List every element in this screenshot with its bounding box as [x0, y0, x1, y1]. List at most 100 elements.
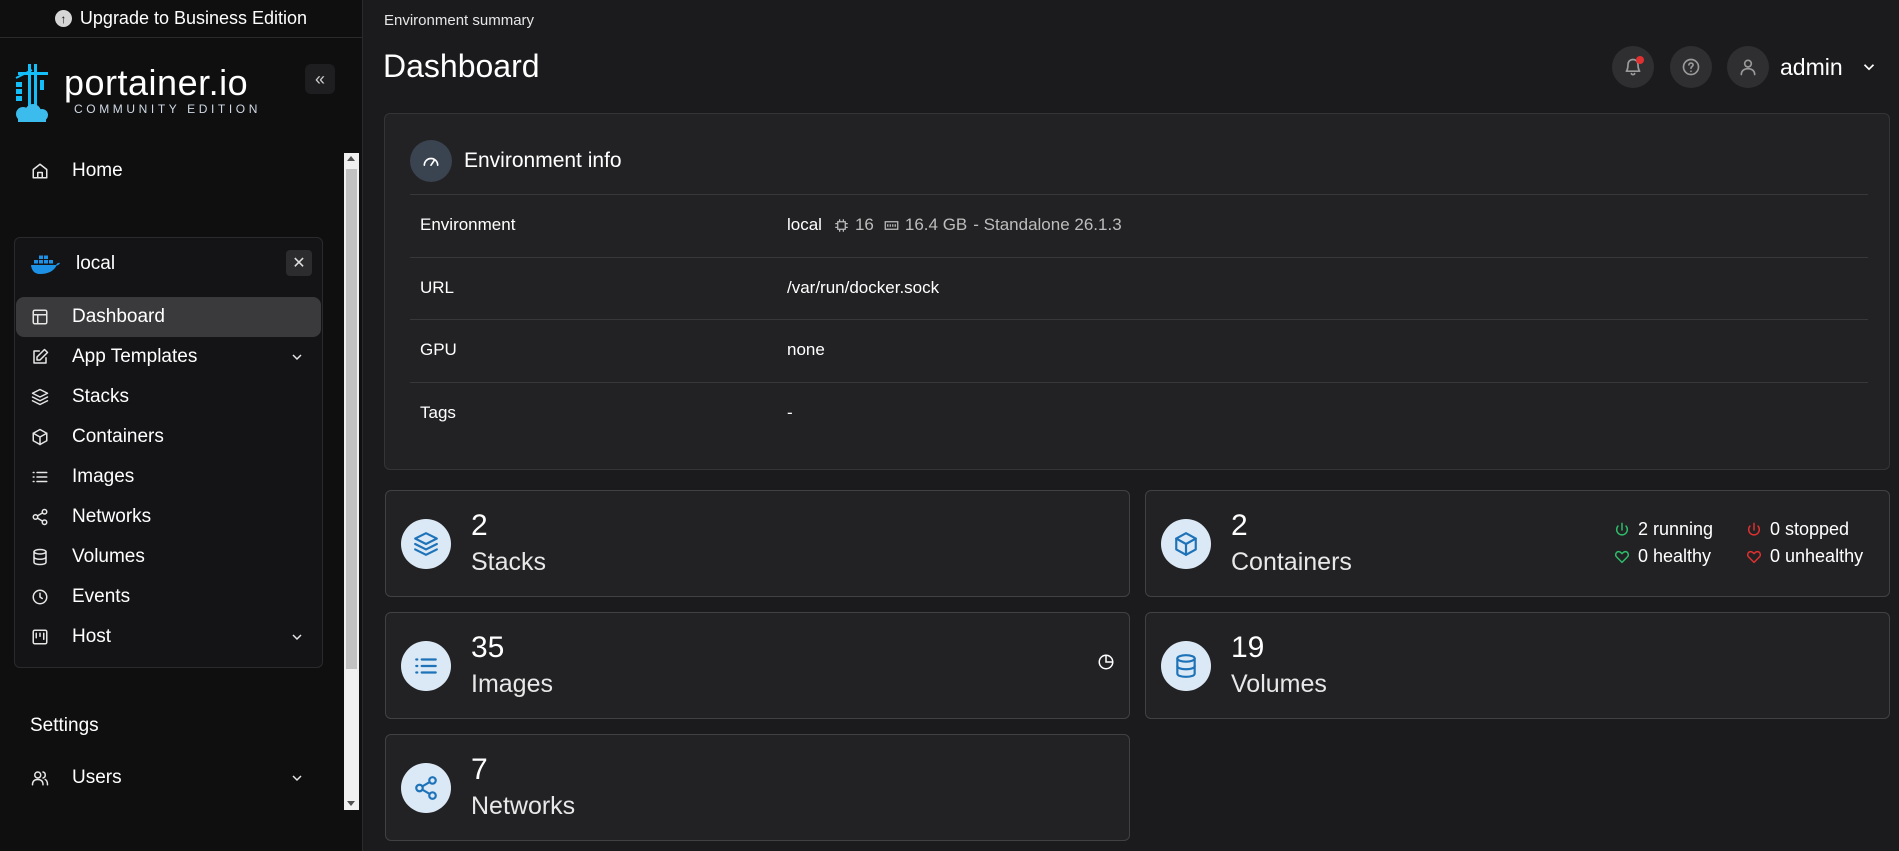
share-icon	[401, 763, 451, 813]
upgrade-banner[interactable]: ↑ Upgrade to Business Edition	[0, 0, 362, 38]
sidebar-item-containers[interactable]: Containers	[16, 417, 321, 457]
edit-icon	[30, 347, 50, 367]
breadcrumb: Environment summary	[384, 12, 535, 29]
containers-label: Containers	[1231, 548, 1352, 576]
sidebar-item-volumes[interactable]: Volumes	[16, 537, 321, 577]
stopped-count: 0 stopped	[1770, 519, 1850, 539]
sidebar-item-dashboard[interactable]: Dashboard	[16, 297, 321, 337]
sidebar-item-home[interactable]: Home	[16, 151, 321, 191]
heart-icon	[1614, 550, 1630, 563]
sidebar-scrollbar[interactable]	[344, 153, 359, 810]
help-circle-icon	[1682, 58, 1700, 76]
chevron-down-icon[interactable]	[1860, 58, 1878, 81]
sidebar-item-label: Containers	[72, 426, 164, 447]
sidebar-item-label: Images	[72, 466, 135, 487]
clock-icon	[30, 587, 50, 607]
environment-header[interactable]: local	[16, 245, 321, 283]
logo-edition: COMMUNITY EDITION	[74, 102, 261, 116]
sidebar-item-networks[interactable]: Networks	[16, 497, 321, 537]
memory-icon	[884, 220, 899, 230]
sidebar-item-app-templates[interactable]: App Templates	[16, 337, 321, 377]
close-icon: ✕	[292, 255, 306, 272]
unhealthy-count: 0 unhealthy	[1770, 546, 1864, 566]
images-count: 35	[471, 631, 505, 664]
networks-label: Networks	[471, 792, 576, 820]
images-card[interactable]: 35 Images	[385, 612, 1130, 719]
collapse-sidebar-button[interactable]: «	[305, 64, 335, 94]
sidebar-item-label: Home	[72, 160, 123, 181]
containers-count: 2	[1231, 509, 1248, 542]
sidebar-item-label: Networks	[72, 506, 152, 527]
dashboard-icon	[30, 307, 50, 327]
containers-card[interactable]: 2 Containers 2 running 0 stopped 0 healt…	[1145, 490, 1890, 597]
database-icon	[30, 547, 50, 567]
users-icon	[30, 768, 50, 788]
info-value: local 16 16.4 GB - Standalone 26.1.3	[787, 215, 1122, 235]
networks-card[interactable]: 7 Networks	[385, 734, 1130, 841]
sidebar-item-label: Events	[72, 586, 131, 607]
portainer-logo-icon	[15, 64, 48, 122]
sidebar-item-label: Users	[72, 767, 122, 788]
chevron-down-icon	[289, 629, 305, 651]
sidebar-item-events[interactable]: Events	[16, 577, 321, 617]
close-environment-button[interactable]: ✕	[286, 250, 312, 276]
notification-dot	[1636, 56, 1644, 64]
volumes-label: Volumes	[1231, 670, 1327, 698]
sidebar-item-label: App Templates	[72, 346, 198, 367]
info-value: none	[787, 340, 825, 359]
sidebar-item-users[interactable]: Users	[16, 758, 321, 798]
list-icon	[401, 641, 451, 691]
sidebar: ↑ Upgrade to Business Edition portainer.…	[0, 0, 363, 851]
environment-name: local	[76, 253, 116, 274]
volumes-card[interactable]: 19 Volumes	[1145, 612, 1890, 719]
page-title: Dashboard	[383, 48, 540, 84]
layers-icon	[401, 519, 451, 569]
chevron-down-icon	[289, 349, 305, 371]
power-icon	[1615, 522, 1629, 536]
share-icon	[30, 507, 50, 527]
stacks-card[interactable]: 2 Stacks	[385, 490, 1130, 597]
stacks-label: Stacks	[471, 548, 547, 576]
help-button[interactable]	[1670, 46, 1712, 88]
cpu-count: 16	[854, 215, 874, 234]
pie-chart-icon[interactable]	[1097, 653, 1115, 676]
docker-icon	[31, 255, 60, 274]
healthy-count: 0 healthy	[1638, 546, 1712, 566]
environment-info-title: Environment info	[464, 149, 622, 172]
stacks-count: 2	[471, 509, 488, 542]
settings-section-label: Settings	[30, 715, 99, 736]
sidebar-item-stacks[interactable]: Stacks	[16, 377, 321, 417]
user-menu-button[interactable]	[1727, 46, 1769, 88]
notifications-button[interactable]	[1612, 46, 1654, 88]
environment-name-value: local	[787, 215, 822, 234]
environment-type: - Standalone 26.1.3	[973, 215, 1122, 234]
user-name[interactable]: admin	[1780, 54, 1843, 81]
sidebar-item-host[interactable]: Host	[16, 617, 321, 657]
heart-icon	[1746, 550, 1762, 563]
sidebar-item-label: Volumes	[72, 546, 145, 567]
sidebar-item-label: Stacks	[72, 386, 130, 407]
portainer-logo[interactable]: portainer.io COMMUNITY EDITION	[14, 60, 334, 128]
scroll-up-arrow[interactable]	[347, 156, 355, 161]
sidebar-item-label: Dashboard	[72, 306, 165, 327]
database-icon	[1161, 641, 1211, 691]
volumes-count: 19	[1231, 631, 1265, 664]
list-icon	[30, 467, 50, 487]
info-key: Tags	[420, 403, 456, 422]
images-label: Images	[471, 670, 553, 698]
power-icon	[1747, 522, 1761, 536]
chevron-down-icon	[289, 770, 305, 792]
running-count: 2 running	[1638, 519, 1714, 539]
scroll-down-arrow[interactable]	[347, 801, 355, 806]
box-icon	[30, 427, 50, 447]
networks-count: 7	[471, 753, 488, 786]
cpu-icon	[835, 218, 848, 232]
running-status: 2 running	[1614, 519, 1713, 540]
info-key: URL	[420, 278, 455, 297]
scrollbar-thumb[interactable]	[346, 169, 357, 669]
sidebar-item-images[interactable]: Images	[16, 457, 321, 497]
memory-size: 16.4 GB	[904, 215, 968, 234]
environment-info-card: Environment info Environment local 16 16…	[384, 113, 1890, 470]
info-row-gpu: GPU none	[410, 319, 1868, 381]
stopped-status: 0 stopped	[1746, 519, 1849, 540]
